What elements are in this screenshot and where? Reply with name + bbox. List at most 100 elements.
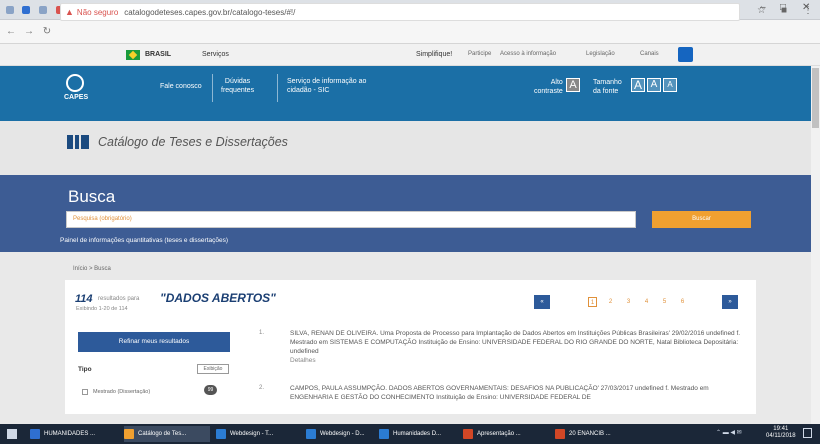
pagination-page[interactable]: 5 [660, 297, 669, 307]
menu-icon[interactable]: ⋮ [803, 5, 813, 16]
result-text: SILVA, RENAN DE OLIVEIRA. Uma Proposta d… [290, 330, 741, 355]
clock-date: 04/11/2018 [766, 433, 796, 439]
search-input[interactable]: Pesquisa (obrigatório) [66, 211, 636, 228]
url-text: catalogodeteses.capes.gov.br/catalogo-te… [124, 7, 296, 17]
clock[interactable]: 19:41 04/11/2018 [766, 426, 796, 440]
header-link-duvidas[interactable]: Dúvidas frequentes [221, 77, 254, 95]
result-item[interactable]: SILVA, RENAN DE OLIVEIRA. Uma Proposta d… [290, 329, 750, 365]
search-banner: Busca Pesquisa (obrigatório) Buscar Pain… [0, 175, 820, 252]
font-normal-button[interactable]: A [647, 78, 661, 92]
taskbar-app-icon [306, 429, 316, 439]
taskbar-item[interactable]: Apresentação ... [463, 426, 551, 442]
header-link-label: Dúvidas [224, 78, 251, 85]
taskbar-item[interactable]: Catálogo de Tes... [124, 426, 210, 442]
browser-tab[interactable] [19, 3, 35, 17]
taskbar-app-icon [216, 429, 226, 439]
gov-brasil-link[interactable]: BRASIL [145, 51, 171, 58]
taskbar-item-label: Humanidades D... [393, 431, 442, 437]
windows-start-icon[interactable] [7, 429, 17, 439]
taskbar-item[interactable]: Webdesign - D... [306, 426, 374, 442]
high-contrast-button[interactable]: A [566, 78, 580, 92]
result-extra[interactable]: Detalhes [290, 357, 316, 364]
filter-count-badge: 99 [204, 385, 217, 395]
taskbar-item[interactable]: Webdesign - T... [216, 426, 302, 442]
taskbar-item-label: HUMANIDADES ... [44, 431, 96, 437]
reload-icon[interactable]: ↻ [40, 26, 54, 37]
forward-icon[interactable]: → [22, 26, 36, 37]
catalog-strip: Catálogo de Teses e Dissertações [0, 121, 820, 175]
extension-icon[interactable]: ■ [781, 5, 787, 16]
gov-link-legislacao[interactable]: Legislação [586, 51, 615, 57]
result-text: CAMPOS, PAULA ASSUMPÇÃO. DADOS ABERTOS G… [290, 385, 709, 401]
back-icon[interactable]: ← [4, 26, 18, 37]
taskbar-item-label: 20 ENANCIB ... [569, 431, 611, 437]
breadcrumb[interactable]: Início > Busca [73, 266, 111, 272]
header-link-fale-conosco[interactable]: Fale conosco [160, 82, 202, 91]
pagination-last-button[interactable]: » [722, 295, 738, 309]
results-count: 114 [75, 293, 93, 305]
browser-tab[interactable] [35, 3, 51, 17]
system-tray[interactable]: ⌃ ▬ ◀ ✉ [716, 429, 742, 436]
pagination-page[interactable]: 6 [678, 297, 687, 307]
taskbar-item[interactable]: 20 ENANCIB ... [555, 426, 633, 442]
windows-taskbar: HUMANIDADES ... Catálogo de Tes... Webdesi… [0, 424, 820, 444]
capes-logo[interactable]: CAPES [64, 74, 88, 101]
address-bar-area: ← → ↻ [0, 20, 820, 44]
filter-type-label: Tipo [78, 366, 92, 373]
contrast-label: Alto contraste [534, 78, 563, 96]
results-query: "DADOS ABERTOS" [160, 291, 276, 305]
contrast-label-line: Alto [550, 79, 563, 86]
taskbar-item[interactable]: Humanidades D... [379, 426, 459, 442]
scrollbar-thumb[interactable] [812, 68, 819, 128]
font-size-label: Tamanho da fonte [593, 78, 622, 96]
filter-checkbox[interactable] [82, 389, 88, 395]
gov-servicos-link[interactable]: Serviços [202, 51, 229, 58]
panel-link[interactable]: Painel de informações quantitativas (tes… [60, 237, 228, 244]
pagination-first-button[interactable]: « [534, 295, 550, 309]
header-link-label: Fale conosco [160, 83, 202, 90]
taskbar-item-label: Apresentação ... [477, 431, 521, 437]
brazil-flag-icon [126, 50, 140, 60]
contrast-label-line: contraste [534, 88, 563, 95]
books-icon [67, 135, 90, 149]
search-button[interactable]: Buscar [652, 211, 751, 228]
results-label: resultados para [98, 296, 140, 302]
taskbar-app-icon [124, 429, 134, 439]
pagination-page[interactable]: 2 [606, 297, 615, 307]
gov-bar: BRASIL Serviços Simplifique! Participe A… [0, 44, 820, 66]
result-number: 1. [259, 330, 265, 336]
taskbar-item[interactable]: HUMANIDADES ... [30, 426, 118, 442]
header-link-label: cidadão - SIC [287, 87, 330, 94]
pagination-page[interactable]: 4 [642, 297, 651, 307]
filter-option-label[interactable]: Mestrado (Dissertação) [93, 389, 150, 395]
url-input[interactable]: ▲ Não seguro catalogodeteses.capes.gov.b… [60, 3, 740, 21]
gov-link-acesso[interactable]: Acesso à informação [500, 51, 556, 57]
gov-link-canais[interactable]: Canais [640, 51, 659, 57]
header-link-label: frequentes [221, 87, 255, 94]
pagination-page[interactable]: 3 [624, 297, 633, 307]
header-link-sic[interactable]: Serviço de informação ao cidadão - SIC [287, 77, 366, 95]
taskbar-item-label: Webdesign - T... [230, 431, 274, 437]
star-icon[interactable]: ☆ [757, 5, 766, 16]
gov-link-simplifique[interactable]: Simplifique! [416, 51, 452, 58]
result-item[interactable]: CAMPOS, PAULA ASSUMPÇÃO. DADOS ABERTOS G… [290, 384, 750, 414]
header-divider [277, 74, 278, 102]
refine-results-button[interactable]: Refinar meus resultados [78, 332, 230, 352]
notification-icon[interactable] [803, 428, 812, 438]
tab-favicon-icon [22, 5, 31, 14]
capes-logo-text: CAPES [64, 94, 89, 101]
font-increase-button[interactable]: A [631, 78, 645, 92]
accessibility-icon[interactable] [678, 47, 693, 62]
site-header: CAPES Fale conosco Dúvidas frequentes Se… [0, 66, 820, 121]
catalog-title[interactable]: Catálogo de Teses e Dissertações [98, 135, 288, 149]
security-label: Não seguro [76, 7, 119, 17]
browser-tab[interactable] [2, 3, 18, 17]
gov-link-participe[interactable]: Participe [468, 51, 491, 57]
filter-toggle-button[interactable]: Exibição [197, 364, 229, 374]
results-card: 114 resultados para "DADOS ABERTOS" Exib… [65, 280, 756, 414]
taskbar-app-icon [30, 429, 40, 439]
font-decrease-button[interactable]: A [663, 78, 677, 92]
pagination-page[interactable]: 1 [588, 297, 597, 307]
result-number: 2. [259, 385, 265, 391]
font-label-line: da fonte [593, 88, 619, 95]
